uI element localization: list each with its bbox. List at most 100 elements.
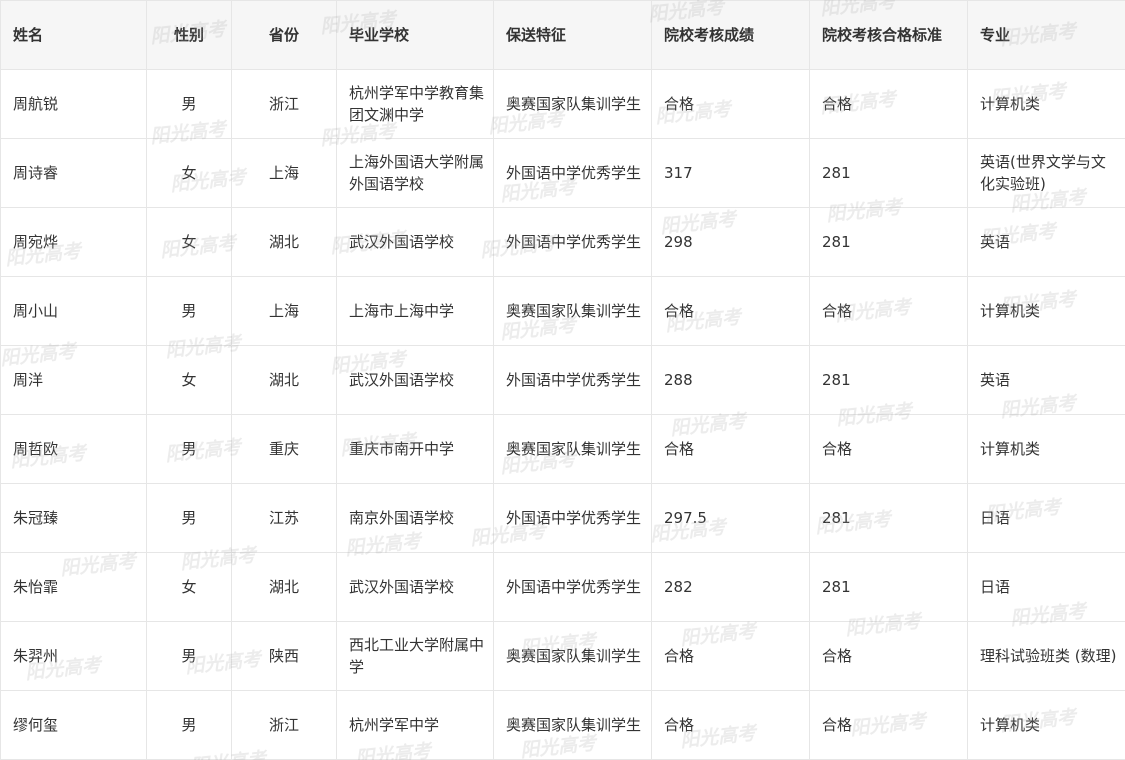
- cell-gender: 男: [146, 276, 232, 346]
- column-header-gender: 性别: [146, 0, 232, 70]
- cell-gender: 男: [146, 483, 232, 553]
- cell-name: 朱羿州: [0, 621, 147, 691]
- cell-standard: 281: [809, 483, 968, 553]
- cell-name: 朱怡霏: [0, 552, 147, 622]
- cell-feature: 外国语中学优秀学生: [493, 138, 652, 208]
- cell-standard: 合格: [809, 690, 968, 760]
- cell-school: 武汉外国语学校: [336, 345, 494, 415]
- cell-province: 湖北: [231, 552, 337, 622]
- cell-name: 周小山: [0, 276, 147, 346]
- cell-feature: 奥赛国家队集训学生: [493, 69, 652, 139]
- cell-province: 上海: [231, 138, 337, 208]
- cell-gender: 男: [146, 690, 232, 760]
- cell-standard: 281: [809, 138, 968, 208]
- cell-gender: 男: [146, 69, 232, 139]
- cell-score: 297.5: [651, 483, 810, 553]
- cell-school: 武汉外国语学校: [336, 552, 494, 622]
- cell-score: 288: [651, 345, 810, 415]
- column-header-standard: 院校考核合格标准: [809, 0, 968, 70]
- table-row: 朱羿州男陕西 西北工业大学附属中学 奥赛国家队集训学生 合格 合格 理科试验班类 (数理): [0, 621, 1125, 691]
- cell-score: 合格: [651, 69, 810, 139]
- cell-school: 西北工业大学附属中学: [336, 621, 494, 691]
- cell-name: 周哲欧: [0, 414, 147, 484]
- column-header-major: 专业: [967, 0, 1125, 70]
- cell-feature: 外国语中学优秀学生: [493, 552, 652, 622]
- cell-name: 周航锐: [0, 69, 147, 139]
- cell-province: 浙江: [231, 690, 337, 760]
- table-row: 缪何玺男浙江 杭州学军中学 奥赛国家队集训学生 合格 合格 计算机类: [0, 690, 1125, 760]
- cell-province: 江苏: [231, 483, 337, 553]
- cell-score: 合格: [651, 621, 810, 691]
- cell-standard: 合格: [809, 276, 968, 346]
- cell-score: 282: [651, 552, 810, 622]
- cell-gender: 女: [146, 138, 232, 208]
- admissions-table: 姓名 性别 省份 毕业学校 保送特征 院校考核成绩 院校考核合格标准 专业 周航…: [0, 0, 1125, 760]
- cell-name: 朱冠臻: [0, 483, 147, 553]
- cell-name: 周洋: [0, 345, 147, 415]
- cell-gender: 女: [146, 552, 232, 622]
- column-header-province: 省份: [231, 0, 337, 70]
- cell-school: 重庆市南开中学: [336, 414, 494, 484]
- cell-feature: 奥赛国家队集训学生: [493, 690, 652, 760]
- column-header-feature: 保送特征: [493, 0, 652, 70]
- cell-province: 湖北: [231, 207, 337, 277]
- table-row: 周宛烨女湖北 武汉外国语学校 外国语中学优秀学生 298 281 英语: [0, 207, 1125, 277]
- table-header-row: 姓名 性别 省份 毕业学校 保送特征 院校考核成绩 院校考核合格标准 专业: [0, 0, 1125, 70]
- cell-gender: 女: [146, 207, 232, 277]
- cell-feature: 奥赛国家队集训学生: [493, 621, 652, 691]
- cell-school: 上海市上海中学: [336, 276, 494, 346]
- cell-school: 上海外国语大学附属外国语学校: [336, 138, 494, 208]
- table-body: 周航锐男浙江 杭州学军中学教育集团文渊中学 奥赛国家队集训学生 合格 合格 计算机类 周诗睿…: [0, 69, 1125, 760]
- cell-score: 合格: [651, 414, 810, 484]
- cell-province: 浙江: [231, 69, 337, 139]
- cell-major: 计算机类: [967, 414, 1125, 484]
- cell-score: 317: [651, 138, 810, 208]
- cell-standard: 合格: [809, 69, 968, 139]
- cell-feature: 外国语中学优秀学生: [493, 345, 652, 415]
- column-header-school: 毕业学校: [336, 0, 494, 70]
- cell-standard: 281: [809, 552, 968, 622]
- cell-name: 缪何玺: [0, 690, 147, 760]
- cell-gender: 男: [146, 414, 232, 484]
- cell-standard: 合格: [809, 621, 968, 691]
- cell-major: 英语(世界文学与文化实验班): [967, 138, 1125, 208]
- cell-major: 计算机类: [967, 690, 1125, 760]
- table-row: 周小山男上海 上海市上海中学 奥赛国家队集训学生 合格 合格 计算机类: [0, 276, 1125, 346]
- cell-school: 杭州学军中学教育集团文渊中学: [336, 69, 494, 139]
- cell-school: 武汉外国语学校: [336, 207, 494, 277]
- cell-major: 计算机类: [967, 69, 1125, 139]
- cell-score: 合格: [651, 276, 810, 346]
- cell-school: 南京外国语学校: [336, 483, 494, 553]
- cell-standard: 281: [809, 345, 968, 415]
- cell-feature: 奥赛国家队集训学生: [493, 276, 652, 346]
- cell-score: 298: [651, 207, 810, 277]
- cell-feature: 外国语中学优秀学生: [493, 483, 652, 553]
- cell-feature: 奥赛国家队集训学生: [493, 414, 652, 484]
- cell-gender: 女: [146, 345, 232, 415]
- table-row: 周哲欧男重庆 重庆市南开中学 奥赛国家队集训学生 合格 合格 计算机类: [0, 414, 1125, 484]
- cell-gender: 男: [146, 621, 232, 691]
- cell-feature: 外国语中学优秀学生: [493, 207, 652, 277]
- cell-major: 计算机类: [967, 276, 1125, 346]
- cell-province: 湖北: [231, 345, 337, 415]
- cell-province: 上海: [231, 276, 337, 346]
- cell-standard: 281: [809, 207, 968, 277]
- column-header-score: 院校考核成绩: [651, 0, 810, 70]
- cell-standard: 合格: [809, 414, 968, 484]
- table-row: 朱怡霏女湖北 武汉外国语学校 外国语中学优秀学生 282 281 日语: [0, 552, 1125, 622]
- cell-score: 合格: [651, 690, 810, 760]
- table-row: 周诗睿女上海 上海外国语大学附属外国语学校 外国语中学优秀学生 317 281 英语(世界…: [0, 138, 1125, 208]
- cell-major: 日语: [967, 483, 1125, 553]
- cell-name: 周宛烨: [0, 207, 147, 277]
- cell-major: 理科试验班类 (数理): [967, 621, 1125, 691]
- cell-name: 周诗睿: [0, 138, 147, 208]
- cell-major: 英语: [967, 345, 1125, 415]
- table-row: 周洋女湖北 武汉外国语学校 外国语中学优秀学生 288 281 英语: [0, 345, 1125, 415]
- table-row: 周航锐男浙江 杭州学军中学教育集团文渊中学 奥赛国家队集训学生 合格 合格 计算机类: [0, 69, 1125, 139]
- cell-school: 杭州学军中学: [336, 690, 494, 760]
- table-row: 朱冠臻男江苏 南京外国语学校 外国语中学优秀学生 297.5 281 日语: [0, 483, 1125, 553]
- cell-province: 陕西: [231, 621, 337, 691]
- cell-province: 重庆: [231, 414, 337, 484]
- cell-major: 英语: [967, 207, 1125, 277]
- column-header-name: 姓名: [0, 0, 147, 70]
